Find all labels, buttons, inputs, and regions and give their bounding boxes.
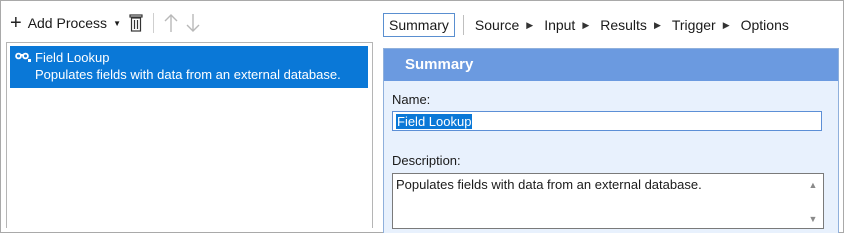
- triangle-right-icon: ▶: [582, 19, 590, 30]
- triangle-right-icon: ▶: [653, 19, 661, 30]
- list-item-title: Field Lookup: [35, 50, 110, 65]
- tab-separator: [462, 15, 464, 35]
- process-list: Field Lookup Populates fields with data …: [6, 42, 373, 228]
- toolbar-separator: [152, 13, 154, 33]
- tab-source[interactable]: Source: [470, 14, 524, 36]
- move-up-button[interactable]: [160, 12, 182, 34]
- description-field[interactable]: Populates fields with data from an exter…: [392, 173, 824, 229]
- list-item-description: Populates fields with data from an exter…: [35, 67, 341, 82]
- triangle-right-icon: ▶: [722, 19, 730, 30]
- panel-title: Summary: [405, 56, 474, 73]
- arrow-up-icon: [164, 14, 178, 32]
- name-field[interactable]: Field Lookup: [392, 111, 822, 131]
- name-field-value: Field Lookup: [396, 114, 473, 129]
- list-item[interactable]: Field Lookup Populates fields with data …: [10, 46, 368, 88]
- tab-summary[interactable]: Summary: [383, 13, 455, 37]
- description-label: Description:: [392, 153, 461, 168]
- triangle-right-icon: ▶: [526, 19, 534, 30]
- summary-panel: Summary Name: Field Lookup Description: …: [383, 48, 839, 233]
- tab-results[interactable]: Results: [595, 14, 652, 36]
- tab-options[interactable]: Options: [736, 14, 794, 36]
- panel-header: Summary: [384, 49, 838, 81]
- description-field-value: Populates fields with data from an exter…: [396, 177, 702, 192]
- add-process-label: Add Process: [27, 15, 108, 31]
- scroll-up-icon[interactable]: ▲: [808, 180, 818, 190]
- plus-icon: +: [10, 12, 22, 34]
- arrow-down-icon: [186, 14, 200, 32]
- lookup-icon: [14, 51, 32, 66]
- process-toolbar: + Add Process ▼: [6, 10, 204, 36]
- chevron-down-icon[interactable]: ▼: [113, 19, 121, 28]
- move-down-button[interactable]: [182, 12, 204, 34]
- trash-icon: [129, 14, 143, 32]
- delete-button[interactable]: [125, 12, 147, 34]
- tab-trigger[interactable]: Trigger: [667, 14, 721, 36]
- add-process-button[interactable]: + Add Process ▼: [6, 11, 125, 35]
- scroll-down-icon[interactable]: ▼: [808, 214, 818, 224]
- name-label: Name:: [392, 92, 431, 107]
- tab-bar: Summary Source ▶ Input ▶ Results ▶ Trigg…: [383, 12, 794, 38]
- tab-input[interactable]: Input: [539, 14, 580, 36]
